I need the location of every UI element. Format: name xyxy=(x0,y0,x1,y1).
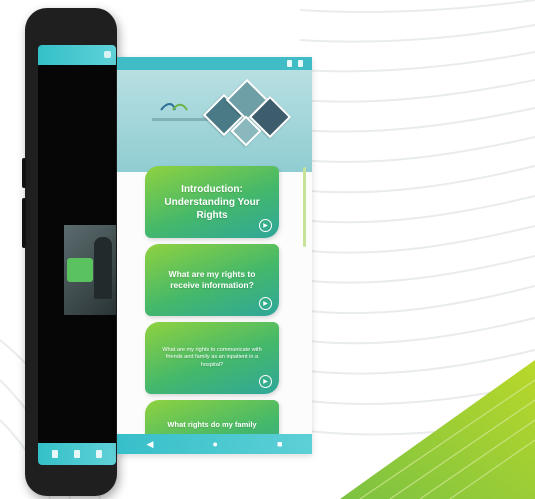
signal-icon xyxy=(287,60,292,67)
play-circle-icon[interactable]: ▶ xyxy=(259,297,272,310)
recents-icon[interactable] xyxy=(96,450,102,458)
scrollbar-thumb[interactable] xyxy=(303,167,306,247)
volume-button xyxy=(22,158,26,188)
back-icon[interactable]: ◀ xyxy=(147,439,154,449)
lesson-card[interactable]: What are my rights to communicate with f… xyxy=(145,322,279,394)
logo-icon xyxy=(160,103,188,111)
navigation-bar: ◀ ● ■ xyxy=(117,434,312,454)
video-title-card xyxy=(67,258,93,282)
status-bar xyxy=(38,45,116,65)
status-bar xyxy=(117,57,312,70)
video-player[interactable] xyxy=(64,225,116,315)
play-circle-icon[interactable]: ▶ xyxy=(259,375,272,388)
home-icon[interactable] xyxy=(74,450,80,458)
lesson-card[interactable]: What are my rights to receive informatio… xyxy=(145,244,279,316)
app-screen: Introduction: Understanding Your Rights … xyxy=(117,57,312,454)
status-icon xyxy=(104,51,111,58)
home-icon[interactable]: ● xyxy=(213,439,218,449)
lesson-title: What are my rights to communicate with f… xyxy=(162,347,262,368)
lesson-card[interactable]: Introduction: Understanding Your Rights … xyxy=(145,166,279,238)
back-icon[interactable] xyxy=(52,450,58,458)
recents-icon[interactable]: ■ xyxy=(277,439,282,449)
battery-icon xyxy=(298,60,303,67)
navigation-bar xyxy=(38,443,116,465)
lesson-title: Introduction: Understanding Your Rights xyxy=(164,183,260,221)
header-banner xyxy=(117,70,312,172)
play-circle-icon[interactable]: ▶ xyxy=(259,219,272,232)
power-button xyxy=(22,198,26,248)
video-screen xyxy=(38,45,116,465)
lesson-title: What rights do my family xyxy=(167,420,257,429)
landscape-phone xyxy=(22,8,117,496)
lesson-title: What are my rights to receive informatio… xyxy=(168,268,256,290)
video-presenter xyxy=(94,237,112,299)
